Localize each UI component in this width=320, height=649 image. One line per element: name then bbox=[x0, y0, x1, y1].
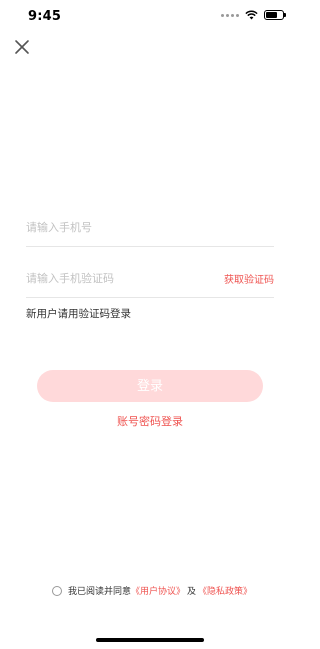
signal-icon bbox=[221, 13, 239, 17]
agreement-row: 我已阅读并同意 《用户协议》 及 《隐私政策》 bbox=[52, 584, 252, 597]
phone-field bbox=[26, 210, 274, 247]
phone-input[interactable] bbox=[26, 210, 206, 244]
password-login-link[interactable]: 账号密码登录 bbox=[0, 413, 300, 429]
code-field: 获取验证码 bbox=[26, 261, 274, 298]
agreement-conjunction: 及 bbox=[187, 587, 197, 597]
privacy-policy-link[interactable]: 《隐私政策》 bbox=[198, 584, 252, 597]
agreement-prefix: 我已阅读并同意 bbox=[68, 587, 132, 597]
wifi-icon bbox=[245, 10, 258, 20]
user-agreement-link[interactable]: 《用户协议》 bbox=[131, 584, 185, 597]
status-icons bbox=[221, 10, 286, 20]
status-time: 9:45 bbox=[28, 9, 62, 24]
agreement-checkbox[interactable] bbox=[52, 585, 62, 596]
login-button[interactable]: 登录 bbox=[37, 370, 263, 402]
new-user-hint: 新用户请用验证码登录 bbox=[26, 308, 131, 320]
home-indicator bbox=[96, 638, 204, 642]
code-input[interactable] bbox=[26, 261, 206, 295]
close-icon[interactable] bbox=[12, 37, 32, 57]
battery-icon bbox=[264, 10, 286, 20]
get-code-button[interactable]: 获取验证码 bbox=[224, 271, 274, 286]
